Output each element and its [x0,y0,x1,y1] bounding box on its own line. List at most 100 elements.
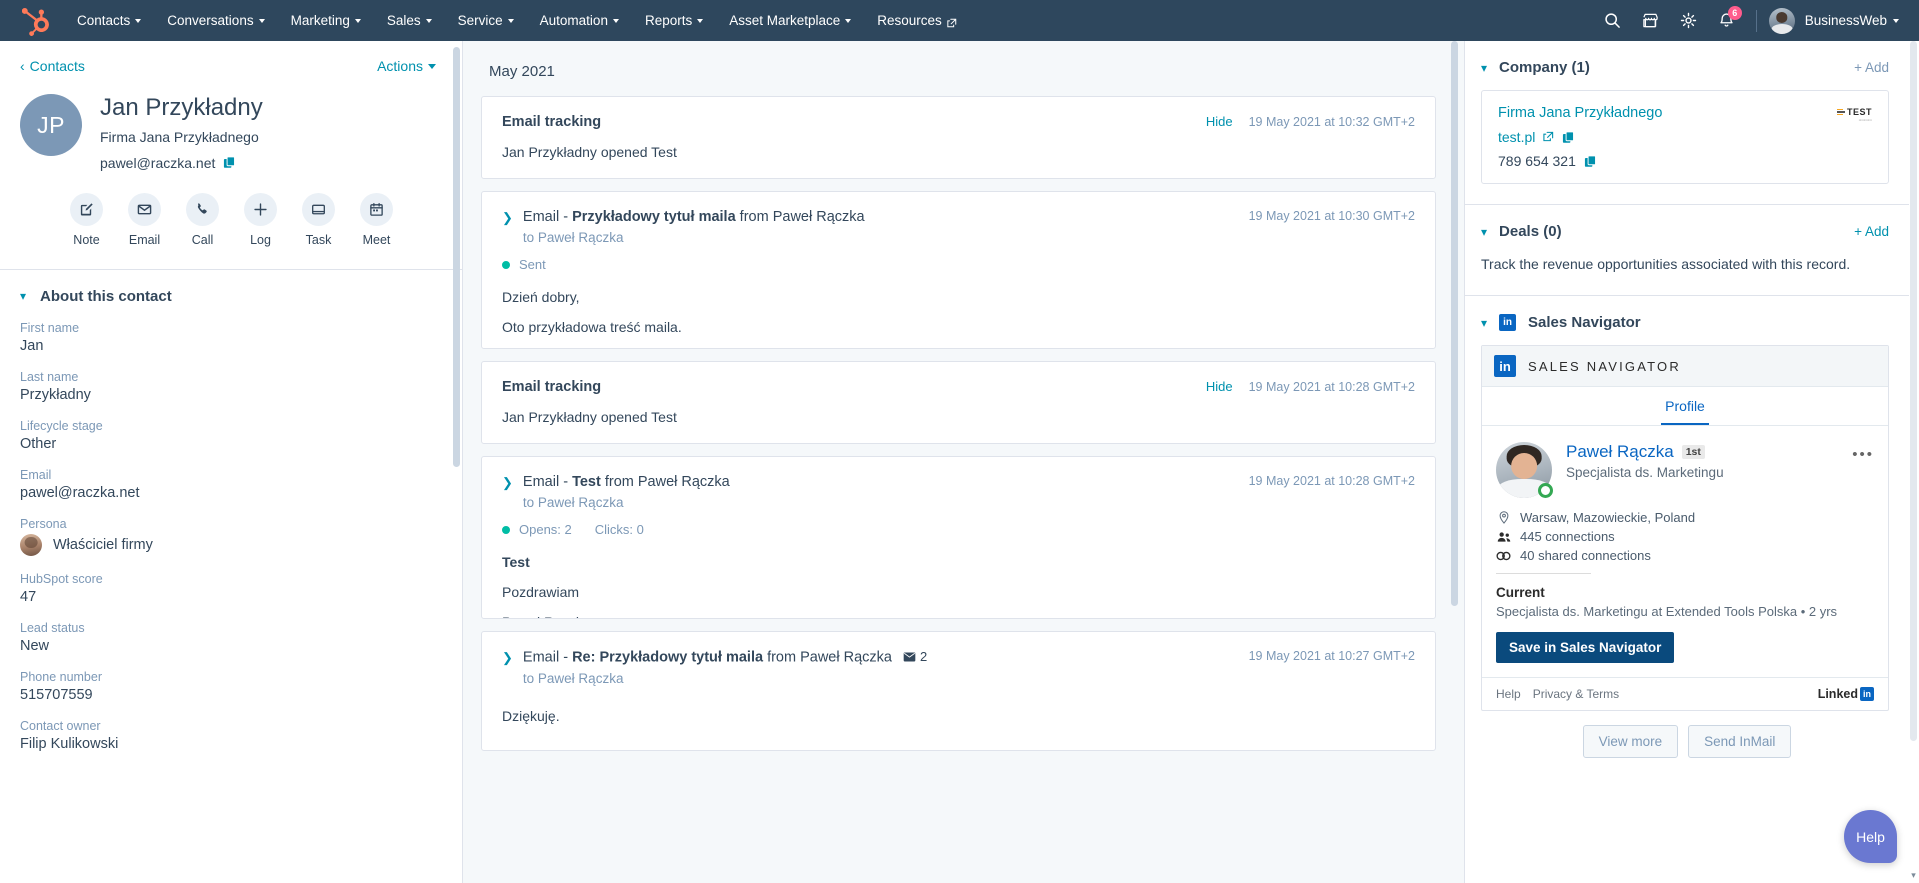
timeline-scrollbar[interactable] [1449,41,1460,883]
email-title[interactable]: Email - Przykładowy tytuł maila from Paw… [523,209,865,225]
deals-empty-text: Track the revenue opportunities associat… [1481,256,1851,272]
right-sidebar-scrollbar[interactable]: ▾ [1908,41,1919,883]
nav-divider [1755,9,1757,32]
connection-degree-badge: 1st [1681,445,1705,459]
send-inmail-button[interactable]: Send InMail [1688,725,1792,758]
nav-item-sales[interactable]: Sales [374,0,445,41]
top-navigation-bar: Contacts Conversations Marketing Sales S… [0,0,1919,41]
quick-action-task[interactable]: Task [302,192,335,247]
property-value[interactable]: Przykładny [20,387,442,403]
tab-profile[interactable]: Profile [1661,387,1709,425]
company-name-link[interactable]: Firma Jana Przykładnego [1498,105,1824,121]
quick-action-email[interactable]: Email [128,192,161,247]
shared-connections-row: 40 shared connections [1496,548,1874,563]
property-value[interactable]: pawel@raczka.net [20,485,442,501]
hubspot-logo-icon[interactable] [22,6,52,36]
quick-action-label: Log [250,232,271,247]
property-last-name: Last name Przykładny [20,370,442,403]
email-title[interactable]: Email - Test from Paweł Rączka [523,474,730,490]
email-status-row: Sent [502,257,1415,272]
status-dot-icon [502,260,510,269]
company-website-link[interactable]: test.pl [1498,129,1535,145]
sales-navigator-tabs: Profile [1482,387,1888,426]
property-first-name: First name Jan [20,321,442,354]
notifications-bell-icon[interactable]: 6 [1710,4,1744,38]
sidebar-scrollbar[interactable] [451,41,462,883]
email-recipients: to Paweł Rączka [522,230,624,245]
nav-item-marketing[interactable]: Marketing [278,0,374,41]
about-section-toggle[interactable]: ▾ About this contact [0,270,462,305]
nav-item-reports[interactable]: Reports [632,0,716,41]
nav-item-contacts[interactable]: Contacts [64,0,154,41]
nav-item-asset-marketplace[interactable]: Asset Marketplace [716,0,864,41]
hide-link[interactable]: Hide [1206,114,1233,129]
chevron-down-icon [428,63,436,69]
quick-actions: Note Email Call Log Task Meet [0,171,462,247]
divider [1496,573,1591,574]
help-button[interactable]: Help [1844,810,1897,863]
expand-chevron-icon[interactable]: ❯ [502,209,513,226]
property-value[interactable]: Jan [20,338,442,354]
property-contact-owner: Contact owner Filip Kulikowski [20,719,442,752]
marketplace-icon[interactable] [1634,4,1668,38]
quick-action-log[interactable]: Log [244,192,277,247]
account-menu[interactable]: BusinessWeb [1799,13,1905,28]
property-value[interactable]: Filip Kulikowski [20,736,442,752]
property-label: Persona [20,516,67,531]
sales-navigator-title: Sales Navigator [1528,314,1641,331]
more-options-icon[interactable]: ••• [1852,443,1874,462]
deals-add-button[interactable]: + Add [1854,224,1889,239]
quick-action-call[interactable]: Call [186,192,219,247]
nav-item-conversations[interactable]: Conversations [154,0,277,41]
save-in-sales-navigator-button[interactable]: Save in Sales Navigator [1496,632,1675,663]
company-add-button[interactable]: + Add [1854,60,1889,75]
property-value[interactable]: 47 [20,589,442,605]
company-logo: TEST ▪▪▪▪▪▪▪▪▪▪ [1824,105,1872,122]
sales-navigator-actions: View more Send InMail [1465,725,1909,778]
card-timestamp: 19 May 2021 at 10:30 GMT+2 [1248,209,1415,223]
scrollbar-thumb[interactable] [453,47,460,467]
linkedin-person-name[interactable]: Paweł Rączka [1566,442,1674,462]
scrollbar-thumb[interactable] [1451,41,1458,606]
card-timestamp: 19 May 2021 at 10:28 GMT+2 [1248,474,1415,488]
actions-dropdown[interactable]: Actions [377,58,436,74]
gear-icon[interactable] [1672,4,1706,38]
copy-icon[interactable] [223,156,236,169]
property-value[interactable]: New [20,638,442,654]
expand-chevron-icon[interactable]: ❯ [502,649,513,666]
search-icon[interactable] [1596,4,1630,38]
copy-icon[interactable] [1584,154,1597,168]
property-value[interactable]: Other [20,436,442,452]
property-value[interactable]: 515707559 [20,687,442,703]
user-avatar[interactable] [1768,7,1795,34]
email-title[interactable]: Email - Re: Przykładowy tytuł maila from… [523,649,927,666]
hide-link[interactable]: Hide [1206,379,1233,394]
footer-privacy-link[interactable]: Privacy & Terms [1533,687,1619,701]
chevron-down-icon[interactable]: ▾ [1481,316,1487,330]
chevron-down-icon[interactable]: ▾ [1481,61,1487,75]
copy-icon[interactable] [1562,130,1575,144]
chevron-down-icon[interactable]: ▾ [1481,225,1487,239]
expand-chevron-icon[interactable]: ❯ [502,474,513,491]
nav-item-automation[interactable]: Automation [527,0,632,41]
company-card[interactable]: Firma Jana Przykładnego test.pl 789 654 … [1481,90,1889,184]
scroll-down-arrow-icon[interactable]: ▾ [1909,870,1918,881]
chevron-down-icon [135,18,142,23]
view-more-button[interactable]: View more [1582,725,1679,758]
timeline-card-email-tracking: Email tracking Hide 19 May 2021 at 10:28… [481,361,1436,444]
nav-label: Conversations [167,13,254,28]
actions-label: Actions [377,58,423,74]
quick-action-note[interactable]: Note [70,192,103,247]
scrollbar-thumb[interactable] [1910,41,1917,741]
external-link-icon[interactable] [1543,129,1554,145]
nav-item-service[interactable]: Service [445,0,527,41]
footer-help-link[interactable]: Help [1496,687,1521,701]
nav-item-resources[interactable]: Resources [864,0,970,41]
property-value-row[interactable]: Właściciel firmy [20,533,442,556]
email-prefix: Email - [522,209,573,225]
card-subtitle: Jan Przykładny opened Test [502,409,677,425]
company-logo-subtext: ▪▪▪▪▪▪▪▪▪▪ [1858,118,1872,122]
account-name: BusinessWeb [1804,13,1887,28]
quick-action-meet[interactable]: Meet [360,192,393,247]
back-to-contacts-link[interactable]: ‹ Contacts [20,58,85,74]
